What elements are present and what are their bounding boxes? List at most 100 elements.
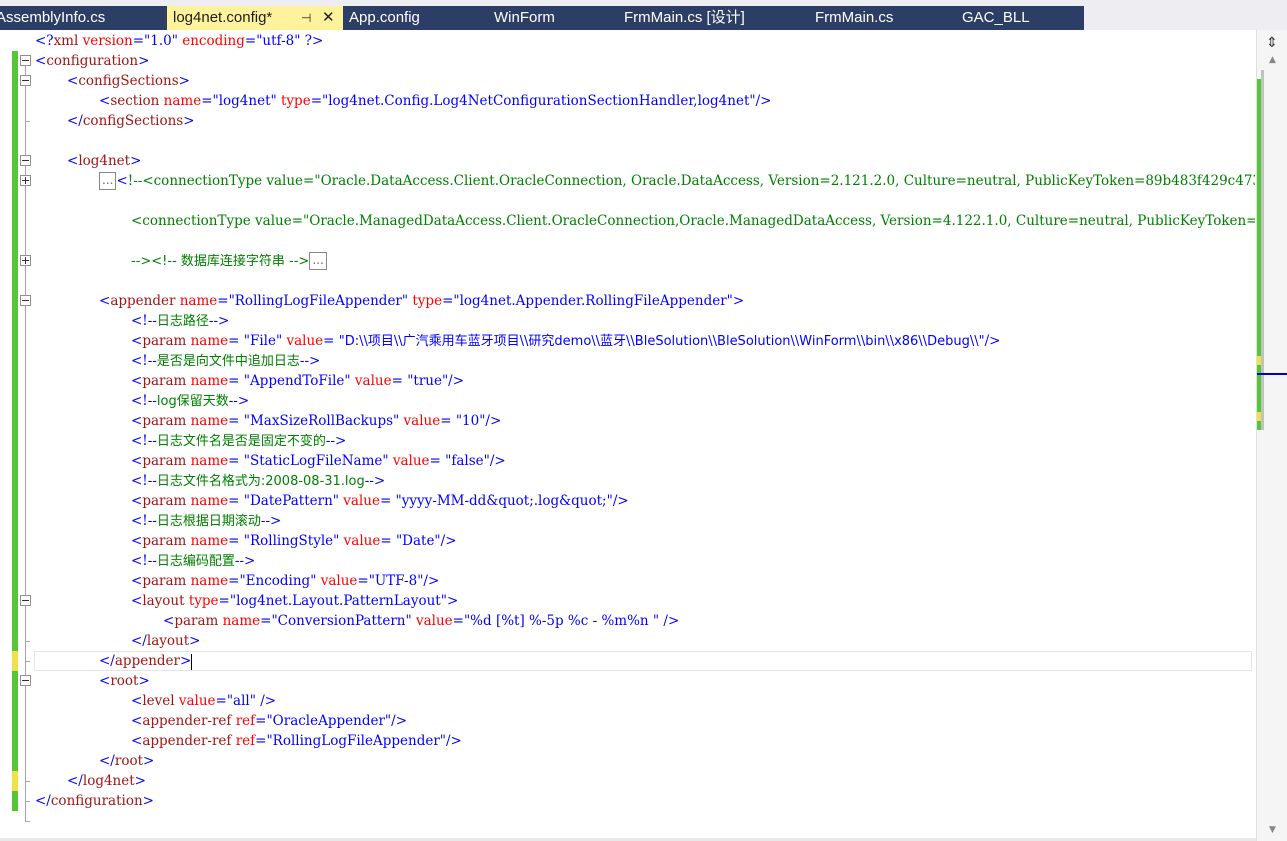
code-token: value xyxy=(316,573,358,589)
code-token: < xyxy=(131,373,143,389)
tab-6[interactable]: FrmMain.cs xyxy=(762,6,911,30)
code-token: = xyxy=(357,573,369,589)
code-line[interactable]: <log4net> xyxy=(35,151,141,171)
code-token: < xyxy=(163,613,175,629)
code-line[interactable]: </root> xyxy=(35,751,154,771)
code-token: "AppendToFile" xyxy=(243,373,351,389)
code-line[interactable]: <!--日志路径--> xyxy=(35,311,229,331)
code-token: "log4net.Appender.RollingFileAppender" xyxy=(453,293,733,309)
code-token: = xyxy=(228,373,244,389)
code-text-area[interactable]: <?xml version="1.0" encoding="utf-8" ?> <… xyxy=(35,30,1255,841)
code-token: root xyxy=(110,673,139,689)
vertical-scrollbar[interactable]: ⇕ ▲ ▼ xyxy=(1256,30,1287,841)
split-window-icon[interactable]: ⇕ xyxy=(1263,34,1281,52)
code-line[interactable]: <configSections> xyxy=(35,71,190,91)
code-line[interactable]: </configSections> xyxy=(35,111,195,131)
code-line[interactable]: <!--是否是向文件中追加日志--> xyxy=(35,351,320,371)
code-token: xml xyxy=(53,33,79,49)
code-token: param xyxy=(142,333,187,349)
expand-region-icon[interactable] xyxy=(20,175,31,186)
code-token: layout xyxy=(146,633,190,649)
code-line[interactable]: </layout> xyxy=(35,631,200,651)
code-line[interactable]: ... <!--<connectionType value="Oracle.Dat… xyxy=(35,171,1255,191)
code-line[interactable]: <param name= "RollingStyle" value= "Date… xyxy=(35,531,457,551)
tab-2[interactable]: log4net.config* ⊣ ✕ xyxy=(167,6,343,30)
expand-region-icon[interactable] xyxy=(20,255,31,266)
code-token: = xyxy=(310,93,323,109)
tab-3[interactable]: App.config xyxy=(343,6,443,30)
code-line[interactable]: <connectionType value="Oracle.ManagedDat… xyxy=(35,211,1255,231)
code-token: </ xyxy=(131,633,147,649)
scroll-up-icon[interactable]: ▲ xyxy=(1257,52,1287,68)
code-token: "1.0" xyxy=(144,33,178,49)
code-token: /> xyxy=(489,453,506,469)
code-line[interactable]: <appender name="RollingLogFileAppender" … xyxy=(35,291,744,311)
code-line[interactable]: <!--日志根据日期滚动--> xyxy=(35,511,281,531)
collapse-region-icon[interactable] xyxy=(20,75,31,86)
code-token: "false" xyxy=(445,453,490,469)
code-token: ref xyxy=(231,713,256,729)
code-line[interactable]: </configuration> xyxy=(35,791,154,811)
scrollbar-thumb[interactable] xyxy=(1261,70,1264,430)
collapse-region-icon[interactable] xyxy=(20,675,31,686)
code-token: <!-- xyxy=(131,353,157,369)
collapsed-region-button[interactable]: ... xyxy=(309,252,327,270)
tab-7[interactable]: GAC_BLL xyxy=(911,6,1084,30)
code-token: --> xyxy=(325,433,347,449)
collapsed-region-button[interactable]: ... xyxy=(99,172,117,190)
code-token: "log4net.Config.Log4NetConfigurationSect… xyxy=(322,93,756,109)
code-token: = xyxy=(452,613,464,629)
code-token: = xyxy=(218,593,230,609)
code-line[interactable]: <param name= "File" value= "D:\\项目\\广汽乘用… xyxy=(35,331,1000,351)
code-line[interactable]: <param name= "AppendToFile" value= "true… xyxy=(35,371,464,391)
code-token: = xyxy=(391,373,408,389)
code-editor[interactable]: <?xml version="1.0" encoding="utf-8" ?> <… xyxy=(0,30,1256,841)
code-line[interactable]: </appender> xyxy=(35,651,193,671)
code-token: < xyxy=(131,413,143,429)
code-token: "DatePattern" xyxy=(243,493,339,509)
code-line[interactable]: <configuration> xyxy=(35,51,149,71)
code-line[interactable]: <level value="all" /> xyxy=(35,691,276,711)
code-line[interactable]: <appender-ref ref="RollingLogFileAppende… xyxy=(35,731,462,751)
code-line[interactable]: <!--日志编码配置--> xyxy=(35,551,255,571)
code-line[interactable]: <param name= "StaticLogFileName" value= … xyxy=(35,451,506,471)
code-token: > xyxy=(446,593,459,609)
code-line[interactable]: <layout type="log4net.Layout.PatternLayo… xyxy=(35,591,458,611)
tab-4[interactable]: WinForm xyxy=(443,6,570,30)
close-tab-icon[interactable]: ✕ xyxy=(322,6,335,30)
code-line[interactable]: <!--日志文件名是否是固定不变的--> xyxy=(35,431,346,451)
collapse-region-icon[interactable] xyxy=(20,55,31,66)
tab-5[interactable]: FrmMain.cs [设计] xyxy=(570,6,762,30)
code-token: name xyxy=(218,613,261,629)
pin-tab-icon[interactable]: ⊣ xyxy=(301,6,311,30)
code-line[interactable]: <appender-ref ref="OracleAppender"/> xyxy=(35,711,407,731)
code-token: "Encoding" xyxy=(239,573,317,589)
code-line[interactable]: <!--log保留天数--> xyxy=(35,391,249,411)
code-line[interactable]: <section name="log4net" type="log4net.Co… xyxy=(35,91,771,111)
scroll-down-icon[interactable]: ▼ xyxy=(1257,822,1287,838)
collapse-region-icon[interactable] xyxy=(20,595,31,606)
code-token: <connectionType value="Oracle.ManagedDat… xyxy=(131,213,1255,229)
code-token: < xyxy=(131,533,143,549)
code-line[interactable]: <param name="ConversionPattern" value="%… xyxy=(35,611,679,631)
code-token: = xyxy=(380,533,396,549)
code-line[interactable]: <param name= "DatePattern" value= "yyyy-… xyxy=(35,491,629,511)
code-token: > xyxy=(138,53,150,69)
code-token: 日志编码配置 xyxy=(156,554,235,569)
collapse-region-icon[interactable] xyxy=(20,295,31,306)
code-line[interactable]: <!--日志文件名格式为:2008-08-31.log--> xyxy=(35,471,385,491)
collapse-region-icon[interactable] xyxy=(20,155,31,166)
code-line[interactable]: <root> xyxy=(35,671,150,691)
code-token: = xyxy=(228,453,244,469)
code-token: = xyxy=(228,573,240,589)
code-line[interactable]: --><!-- 数据库连接字符串 -->... xyxy=(35,251,327,271)
code-token: "%d [%t] %-5p %c - %m%n " xyxy=(463,613,660,629)
code-line[interactable]: <param name= "MaxSizeRollBackups" value=… xyxy=(35,411,501,431)
code-token: name xyxy=(159,93,202,109)
code-line[interactable]: </log4net> xyxy=(35,771,146,791)
code-line[interactable]: <?xml version="1.0" encoding="utf-8" ?> xyxy=(35,31,323,51)
tab-1[interactable]: AssemblyInfo.cs xyxy=(0,6,167,30)
code-token: = xyxy=(255,713,267,729)
code-token: /> xyxy=(446,733,462,749)
code-line[interactable]: <param name="Encoding" value="UTF-8"/> xyxy=(35,571,439,591)
